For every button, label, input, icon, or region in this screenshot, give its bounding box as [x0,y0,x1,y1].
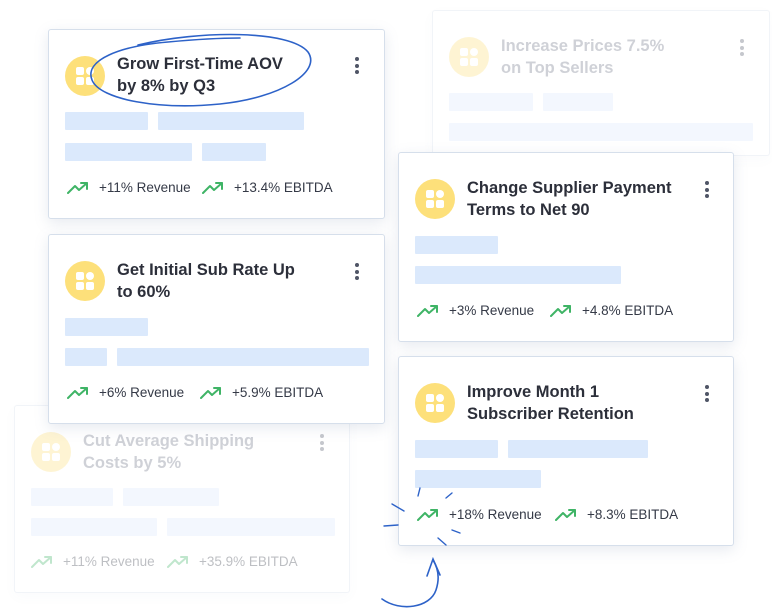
skeleton-bar [31,488,113,506]
skeleton-bar [449,123,753,141]
more-vertical-icon[interactable] [319,434,325,454]
trending-up-icon [550,304,571,317]
revenue-metric: +3% Revenue [417,303,534,318]
ebitda-metric: +8.3% EBITDA [555,507,678,522]
ebitda-metric: +4.8% EBITDA [550,303,673,318]
more-vertical-icon[interactable] [354,263,360,283]
ebitda-metric: +35.9% EBITDA [167,554,298,569]
skeleton-bar [202,143,266,161]
card-title: Increase Prices 7.5% on Top Sellers [501,37,665,77]
card-title: Improve Month 1 Subscriber Retention [467,383,634,423]
revenue-metric: +11% Revenue [31,554,155,569]
trending-up-icon [202,181,223,194]
skeleton-bar [117,348,369,366]
more-vertical-icon[interactable] [704,181,710,201]
grid-widget-icon [449,37,489,77]
initiative-card-sub-rate[interactable]: Get Initial Sub Rate Up to 60% +6% Revenu… [48,234,385,424]
revenue-metric: +18% Revenue [417,507,542,522]
skeleton-bar [65,348,107,366]
card-title: Get Initial Sub Rate Up to 60% [117,261,295,301]
initiative-card-cut-shipping[interactable]: Cut Average Shipping Costs by 5% +11% Rev… [14,405,350,593]
trending-up-icon [200,386,221,399]
skeleton-bar [449,93,533,111]
skeleton-bar [415,236,498,254]
skeleton-bar [65,112,148,130]
more-vertical-icon[interactable] [354,57,360,77]
skeleton-bar [123,488,219,506]
skeleton-bar [158,112,304,130]
trending-up-icon [417,304,438,317]
trending-up-icon [67,386,88,399]
initiative-card-increase-prices[interactable]: Increase Prices 7.5% on Top Sellers [432,10,770,156]
ebitda-metric: +13.4% EBITDA [202,180,333,195]
card-title: Change Supplier Payment Terms to Net 90 [467,179,672,219]
skeleton-bar [65,318,148,336]
grid-widget-icon [415,383,455,423]
skeleton-bar [415,470,541,488]
skeleton-bar [167,518,335,536]
trending-up-icon [417,508,438,521]
annotation-arrow [381,556,441,608]
skeleton-bar [415,266,621,284]
initiative-card-grow-aov[interactable]: Grow First-Time AOV by 8% by Q3 +11% Reve… [48,29,385,219]
trending-up-icon [67,181,88,194]
initiative-card-retention[interactable]: Improve Month 1 Subscriber Retention +18%… [398,356,734,546]
skeleton-bar [508,440,648,458]
trending-up-icon [167,555,188,568]
skeleton-bar [65,143,192,161]
trending-up-icon [31,555,52,568]
skeleton-bar [31,518,157,536]
skeleton-bar [543,93,613,111]
grid-widget-icon [65,261,105,301]
revenue-metric: +11% Revenue [67,180,191,195]
grid-widget-icon [415,179,455,219]
grid-widget-icon [65,56,105,96]
initiative-card-supplier-terms[interactable]: Change Supplier Payment Terms to Net 90 +… [398,152,734,342]
skeleton-bar [415,440,498,458]
grid-widget-icon [31,432,71,472]
revenue-metric: +6% Revenue [67,385,184,400]
ebitda-metric: +5.9% EBITDA [200,385,323,400]
more-vertical-icon[interactable] [704,385,710,405]
card-title: Cut Average Shipping Costs by 5% [83,432,255,472]
card-title: Grow First-Time AOV by 8% by Q3 [117,55,283,95]
more-vertical-icon[interactable] [739,39,745,59]
trending-up-icon [555,508,576,521]
